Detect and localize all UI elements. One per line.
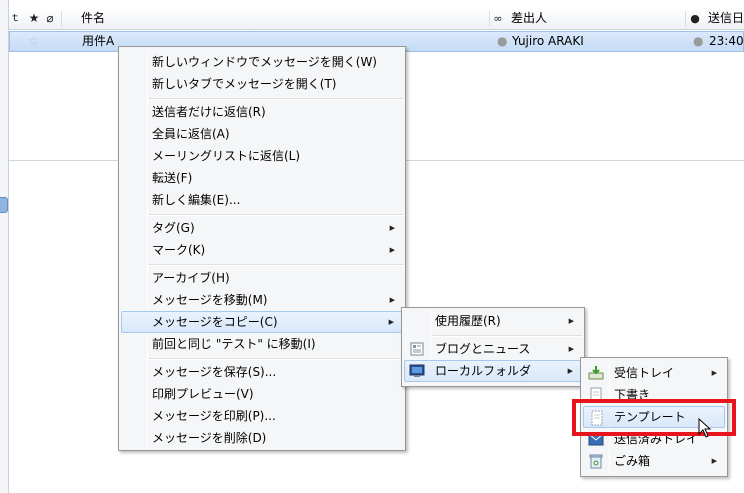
message-sender: Yujiro ARAKI bbox=[512, 34, 584, 48]
submenu-arrow-icon: ▶ bbox=[568, 345, 574, 353]
column-subject[interactable]: 件名 bbox=[81, 8, 105, 29]
menu-item-move-again[interactable]: 前回と同じ "テスト" に移動(I) bbox=[121, 333, 403, 355]
menu-item-reply-all[interactable]: 全員に返信(A) bbox=[121, 123, 403, 145]
star-icon[interactable]: ★ bbox=[27, 8, 41, 29]
menu-item-delete[interactable]: メッセージを削除(D) bbox=[121, 427, 403, 449]
thread-pane-header: ｔ ★ ⌀ 件名 ∞ 差出人 ● 送信日 bbox=[9, 8, 744, 30]
menu-separator bbox=[149, 358, 403, 360]
column-separator[interactable] bbox=[61, 11, 62, 26]
message-date: 23:40 bbox=[709, 34, 744, 48]
menu-item-blogs-news[interactable]: ブログとニュース ▶ bbox=[404, 338, 582, 360]
menu-item-forward[interactable]: 転送(F) bbox=[121, 167, 403, 189]
submenu-arrow-icon: ▶ bbox=[388, 318, 394, 326]
menu-item-edit-as-new[interactable]: 新しく編集(E)... bbox=[121, 189, 403, 211]
local-folders-icon bbox=[409, 364, 425, 377]
menu-item-archive[interactable]: アーカイブ(H) bbox=[121, 267, 403, 289]
copy-submenu: 使用履歴(R) ▶ ブログとニュース ▶ ローカルフォルダ ▶ bbox=[401, 307, 585, 387]
submenu-arrow-icon: ▶ bbox=[389, 246, 395, 254]
message-context-menu: 新しいウィンドウでメッセージを開く(W) 新しいタブでメッセージを開く(T) 送… bbox=[118, 46, 406, 451]
menu-separator bbox=[149, 214, 403, 216]
column-separator[interactable] bbox=[489, 11, 490, 26]
menu-item-copy-message[interactable]: メッセージをコピー(C) ▶ bbox=[121, 311, 403, 333]
column-sender[interactable]: 差出人 bbox=[511, 8, 547, 29]
menu-item-mark[interactable]: マーク(K) ▶ bbox=[121, 239, 403, 261]
menu-item-inbox[interactable]: 受信トレイ ▶ bbox=[583, 362, 725, 384]
trash-icon bbox=[589, 454, 603, 469]
menu-separator bbox=[149, 264, 403, 266]
menu-item-move-message[interactable]: メッセージを移動(M) ▶ bbox=[121, 289, 403, 311]
inbox-icon bbox=[588, 366, 604, 380]
submenu-arrow-icon: ▶ bbox=[711, 457, 717, 465]
menu-item-tag[interactable]: タグ(G) ▶ bbox=[121, 217, 403, 239]
menu-item-recent[interactable]: 使用履歴(R) ▶ bbox=[404, 310, 582, 332]
mouse-cursor-icon bbox=[698, 418, 712, 438]
menu-item-open-in-tab[interactable]: 新しいタブでメッセージを開く(T) bbox=[121, 73, 403, 95]
submenu-arrow-icon: ▶ bbox=[389, 296, 395, 304]
menu-separator bbox=[432, 335, 582, 337]
read-status-icon[interactable]: ∞ bbox=[491, 8, 505, 29]
rss-folder-icon bbox=[410, 342, 424, 356]
menu-item-print-preview[interactable]: 印刷プレビュー(V) bbox=[121, 383, 403, 405]
menu-item-reply-list[interactable]: メーリングリストに返信(L) bbox=[121, 145, 403, 167]
submenu-arrow-icon: ▶ bbox=[567, 367, 573, 375]
submenu-arrow-icon: ▶ bbox=[568, 317, 574, 325]
submenu-arrow-icon: ▶ bbox=[711, 369, 717, 377]
menu-separator bbox=[149, 98, 403, 100]
column-separator[interactable] bbox=[685, 11, 686, 26]
attachment-icon[interactable]: ⌀ bbox=[43, 8, 57, 29]
junk-status-icon[interactable]: ● bbox=[688, 8, 702, 29]
menu-item-reply-sender[interactable]: 送信者だけに返信(R) bbox=[121, 101, 403, 123]
menu-item-open-in-window[interactable]: 新しいウィンドウでメッセージを開く(W) bbox=[121, 51, 403, 73]
submenu-arrow-icon: ▶ bbox=[389, 224, 395, 232]
message-subject: 用件A bbox=[82, 34, 115, 48]
pane-splitter-handle[interactable] bbox=[0, 197, 8, 213]
column-date[interactable]: 送信日 bbox=[708, 8, 744, 29]
menu-item-trash[interactable]: ごみ箱 ▶ bbox=[583, 450, 725, 472]
menu-item-local-folders[interactable]: ローカルフォルダ ▶ bbox=[404, 360, 582, 382]
menu-item-print[interactable]: メッセージを印刷(P)... bbox=[121, 405, 403, 427]
folder-pane-edge bbox=[0, 0, 9, 493]
menu-item-save-message[interactable]: メッセージを保存(S)... bbox=[121, 361, 403, 383]
read-dot-icon[interactable]: ● bbox=[497, 32, 507, 51]
star-icon[interactable]: ☆ bbox=[28, 32, 42, 51]
thread-icon[interactable]: ｔ bbox=[10, 8, 20, 29]
junk-dot-icon[interactable]: ● bbox=[693, 32, 703, 51]
